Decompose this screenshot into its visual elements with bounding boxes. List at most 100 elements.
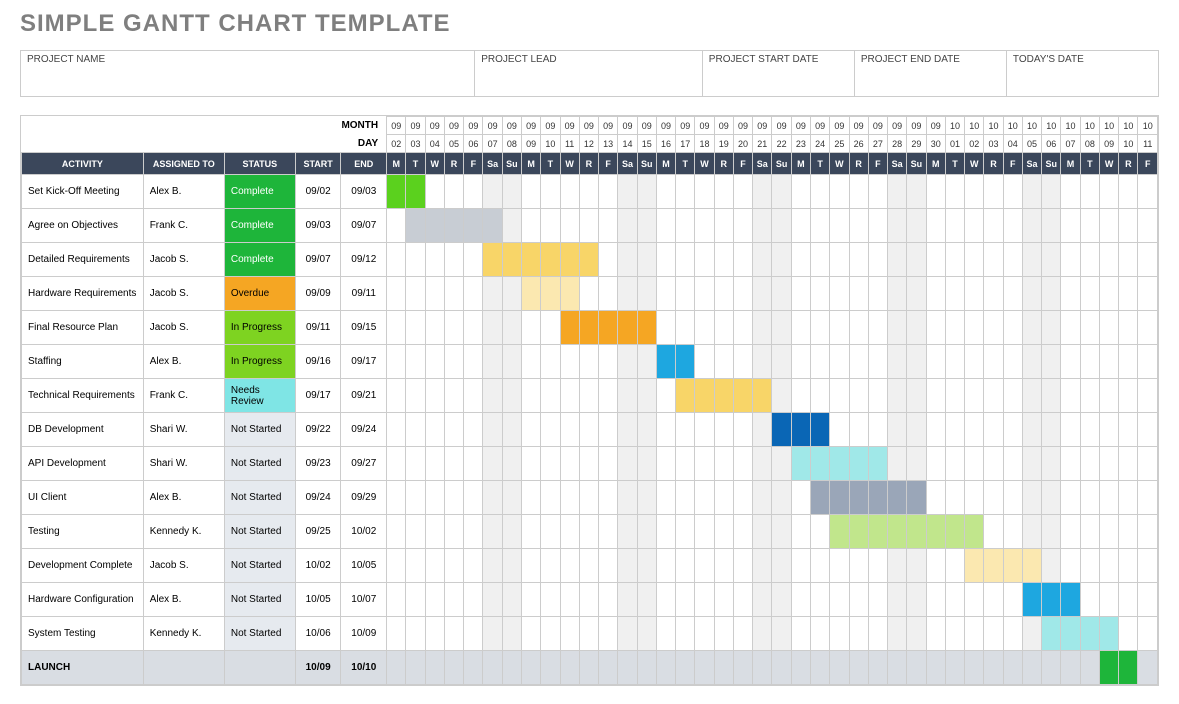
day-cell: 11	[560, 135, 579, 153]
assigned-cell[interactable]: Jacob S.	[143, 549, 224, 583]
todays-date-input[interactable]	[1007, 68, 1158, 96]
end-cell[interactable]: 09/07	[341, 209, 387, 243]
gantt-cell	[907, 651, 926, 685]
day-cell: 21	[753, 135, 772, 153]
status-cell[interactable]: In Progress	[224, 311, 295, 345]
activity-cell[interactable]: Final Resource Plan	[22, 311, 144, 345]
activity-cell[interactable]: Hardware Configuration	[22, 583, 144, 617]
status-cell[interactable]: Not Started	[224, 583, 295, 617]
end-cell[interactable]: 09/12	[341, 243, 387, 277]
activity-cell[interactable]: Hardware Requirements	[22, 277, 144, 311]
start-date-input[interactable]	[703, 68, 854, 96]
assigned-cell[interactable]: Jacob S.	[143, 277, 224, 311]
status-cell[interactable]: Not Started	[224, 617, 295, 651]
activity-cell[interactable]: Agree on Objectives	[22, 209, 144, 243]
start-cell[interactable]: 09/03	[295, 209, 341, 243]
gantt-cell	[907, 549, 926, 583]
gantt-cell	[637, 447, 656, 481]
end-cell[interactable]: 09/15	[341, 311, 387, 345]
start-cell[interactable]: 09/16	[295, 345, 341, 379]
gantt-cell	[888, 515, 907, 549]
status-cell[interactable]: Overdue	[224, 277, 295, 311]
end-cell[interactable]: 10/09	[341, 617, 387, 651]
start-cell[interactable]: 09/17	[295, 379, 341, 413]
start-cell[interactable]: 09/25	[295, 515, 341, 549]
gantt-cell	[772, 583, 791, 617]
activity-cell[interactable]: Testing	[22, 515, 144, 549]
activity-cell[interactable]: System Testing	[22, 617, 144, 651]
status-cell[interactable]: Not Started	[224, 413, 295, 447]
project-lead-input[interactable]	[475, 68, 702, 96]
project-name-input[interactable]	[21, 68, 474, 96]
activity-cell[interactable]: API Development	[22, 447, 144, 481]
assigned-cell[interactable]: Jacob S.	[143, 243, 224, 277]
start-cell[interactable]: 09/09	[295, 277, 341, 311]
end-cell[interactable]: 10/07	[341, 583, 387, 617]
gantt-cell	[444, 549, 463, 583]
end-date-label: PROJECT END DATE	[855, 51, 1006, 68]
gantt-cell	[1138, 243, 1158, 277]
status-cell[interactable]: Not Started	[224, 447, 295, 481]
end-cell[interactable]: 09/27	[341, 447, 387, 481]
assigned-cell[interactable]: Alex B.	[143, 345, 224, 379]
assigned-cell[interactable]: Frank C.	[143, 379, 224, 413]
day-cell: 17	[676, 135, 695, 153]
start-cell[interactable]: 09/23	[295, 447, 341, 481]
status-cell[interactable]: Complete	[224, 209, 295, 243]
assigned-cell[interactable]: Shari W.	[143, 447, 224, 481]
assigned-cell[interactable]: Jacob S.	[143, 311, 224, 345]
activity-cell[interactable]: Development Complete	[22, 549, 144, 583]
end-cell[interactable]: 10/02	[341, 515, 387, 549]
start-cell[interactable]: 09/07	[295, 243, 341, 277]
start-cell[interactable]: 09/02	[295, 175, 341, 209]
start-cell[interactable]: 10/02	[295, 549, 341, 583]
start-cell[interactable]: 09/22	[295, 413, 341, 447]
page-title: SIMPLE GANTT CHART TEMPLATE	[20, 10, 1159, 38]
assigned-cell[interactable]: Alex B.	[143, 583, 224, 617]
gantt-cell	[984, 311, 1003, 345]
end-cell[interactable]: 09/21	[341, 379, 387, 413]
assigned-cell[interactable]: Kennedy K.	[143, 617, 224, 651]
status-cell[interactable]: Not Started	[224, 481, 295, 515]
assigned-cell[interactable]	[143, 651, 224, 685]
status-cell[interactable]: Complete	[224, 175, 295, 209]
dow-cell: T	[1080, 153, 1099, 175]
gantt-cell	[984, 277, 1003, 311]
status-cell[interactable]: In Progress	[224, 345, 295, 379]
activity-cell[interactable]: UI Client	[22, 481, 144, 515]
start-cell[interactable]: 09/11	[295, 311, 341, 345]
project-name-label: PROJECT NAME	[21, 51, 474, 68]
end-cell[interactable]: 09/17	[341, 345, 387, 379]
start-cell[interactable]: 09/24	[295, 481, 341, 515]
end-cell[interactable]: 10/05	[341, 549, 387, 583]
end-cell[interactable]: 09/11	[341, 277, 387, 311]
gantt-cell	[425, 549, 444, 583]
assigned-cell[interactable]: Frank C.	[143, 209, 224, 243]
status-cell[interactable]: Not Started	[224, 549, 295, 583]
gantt-cell	[599, 651, 618, 685]
activity-cell[interactable]: Technical Requirements	[22, 379, 144, 413]
start-cell[interactable]: 10/06	[295, 617, 341, 651]
start-cell[interactable]: 10/05	[295, 583, 341, 617]
status-cell[interactable]: Complete	[224, 243, 295, 277]
status-cell[interactable]: Needs Review	[224, 379, 295, 413]
activity-cell[interactable]: Set Kick-Off Meeting	[22, 175, 144, 209]
assigned-cell[interactable]: Alex B.	[143, 481, 224, 515]
assigned-cell[interactable]: Alex B.	[143, 175, 224, 209]
activity-cell[interactable]: DB Development	[22, 413, 144, 447]
assigned-cell[interactable]: Kennedy K.	[143, 515, 224, 549]
activity-cell[interactable]: Staffing	[22, 345, 144, 379]
status-cell[interactable]	[224, 651, 295, 685]
end-cell[interactable]: 09/03	[341, 175, 387, 209]
day-cell: 16	[656, 135, 675, 153]
end-date-input[interactable]	[855, 68, 1006, 96]
status-cell[interactable]: Not Started	[224, 515, 295, 549]
end-cell[interactable]: 10/10	[341, 651, 387, 685]
activity-cell[interactable]: LAUNCH	[22, 651, 144, 685]
end-cell[interactable]: 09/29	[341, 481, 387, 515]
assigned-cell[interactable]: Shari W.	[143, 413, 224, 447]
start-cell[interactable]: 10/09	[295, 651, 341, 685]
day-cell: 19	[714, 135, 733, 153]
end-cell[interactable]: 09/24	[341, 413, 387, 447]
activity-cell[interactable]: Detailed Requirements	[22, 243, 144, 277]
